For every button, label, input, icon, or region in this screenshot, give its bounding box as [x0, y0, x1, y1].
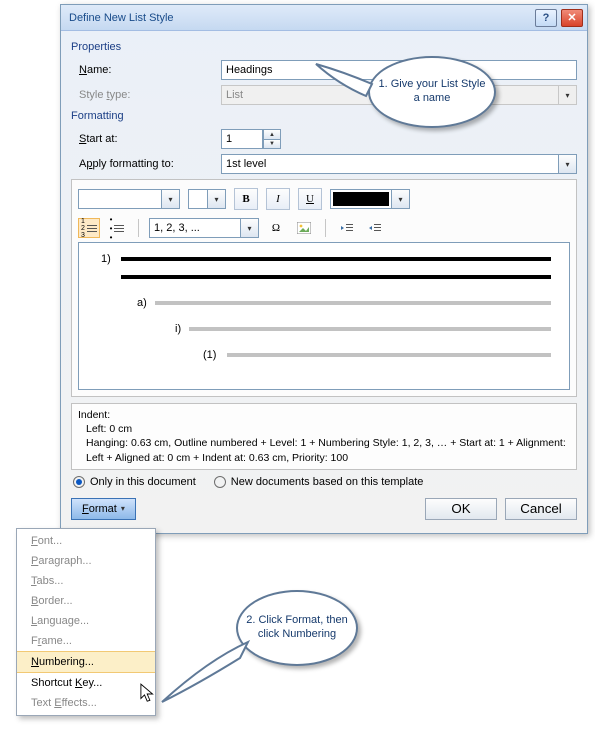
menu-effects[interactable]: Text Effects... — [17, 693, 155, 713]
menu-paragraph[interactable]: Paragraph... — [17, 551, 155, 571]
menu-numbering[interactable]: Numbering... — [17, 651, 155, 673]
properties-header: Properties — [71, 41, 577, 53]
callout-1: 1. Give your List Style a name — [368, 56, 496, 128]
spinner-down-icon[interactable]: ▼ — [263, 139, 281, 149]
numbered-list-icon[interactable]: 123 — [78, 218, 100, 238]
chevron-down-icon: ▾ — [559, 85, 577, 105]
underline-button[interactable]: U — [298, 188, 322, 210]
preview-level3-number: i) — [175, 323, 181, 335]
menu-border[interactable]: Border... — [17, 591, 155, 611]
callout-2: 2. Click Format, then click Numbering — [236, 590, 358, 666]
menu-language[interactable]: Language... — [17, 611, 155, 631]
dialog-title: Define New List Style — [69, 12, 531, 24]
preview-level4-number: (1) — [203, 349, 216, 361]
font-toolbar-group: ▾ ▾ B I U ▾ 123 ••• 1, 2, 3, ...▾ — [71, 179, 577, 397]
menu-frame[interactable]: Frame... — [17, 631, 155, 651]
number-style-select[interactable]: 1, 2, 3, ...▾ — [149, 218, 259, 238]
spinner-up-icon[interactable]: ▲ — [263, 129, 281, 139]
style-description: Indent: Left: 0 cm Hanging: 0.63 cm, Out… — [71, 403, 577, 470]
increase-indent-icon[interactable] — [364, 218, 386, 238]
cursor-icon — [140, 683, 158, 705]
omega-symbol-icon[interactable]: Ω — [265, 218, 287, 238]
startat-label: Start at: — [71, 133, 221, 145]
menu-tabs[interactable]: Tabs... — [17, 571, 155, 591]
italic-button[interactable]: I — [266, 188, 290, 210]
radio-off-icon — [214, 476, 226, 488]
help-icon[interactable]: ? — [535, 9, 557, 27]
radio-on-icon — [73, 476, 85, 488]
ok-button[interactable]: OK — [425, 498, 497, 520]
menu-shortcut[interactable]: Shortcut Key... — [17, 673, 155, 693]
name-label: Name: — [71, 64, 221, 76]
titlebar[interactable]: Define New List Style ? ✕ — [61, 5, 587, 31]
format-menu: Font... Paragraph... Tabs... Border... L… — [16, 528, 156, 716]
preview-level1-number: 1) — [101, 253, 111, 265]
startat-input[interactable]: 1 — [221, 129, 263, 149]
preview-level2-number: a) — [137, 297, 147, 309]
bulleted-list-icon[interactable]: ••• — [106, 218, 128, 238]
chevron-down-icon[interactable]: ▾ — [559, 154, 577, 174]
only-this-document-radio[interactable]: Only in this document — [73, 476, 196, 488]
menu-font[interactable]: Font... — [17, 531, 155, 551]
color-swatch — [333, 192, 389, 206]
cancel-button[interactable]: Cancel — [505, 498, 577, 520]
new-documents-radio[interactable]: New documents based on this template — [214, 476, 424, 488]
decrease-indent-icon[interactable] — [336, 218, 358, 238]
close-icon[interactable]: ✕ — [561, 9, 583, 27]
styletype-label: Style type: — [71, 89, 221, 101]
bold-button[interactable]: B — [234, 188, 258, 210]
font-family-select[interactable]: ▾ — [78, 189, 180, 209]
applyto-select[interactable]: 1st level — [221, 154, 559, 174]
font-color-select[interactable]: ▾ — [330, 189, 410, 209]
font-size-select[interactable]: ▾ — [188, 189, 226, 209]
insert-picture-icon[interactable] — [293, 218, 315, 238]
list-preview: 1) a) i) (1) — [78, 242, 570, 390]
applyto-label: Apply formatting to: — [71, 158, 221, 170]
format-button[interactable]: Format▾ — [71, 498, 136, 520]
